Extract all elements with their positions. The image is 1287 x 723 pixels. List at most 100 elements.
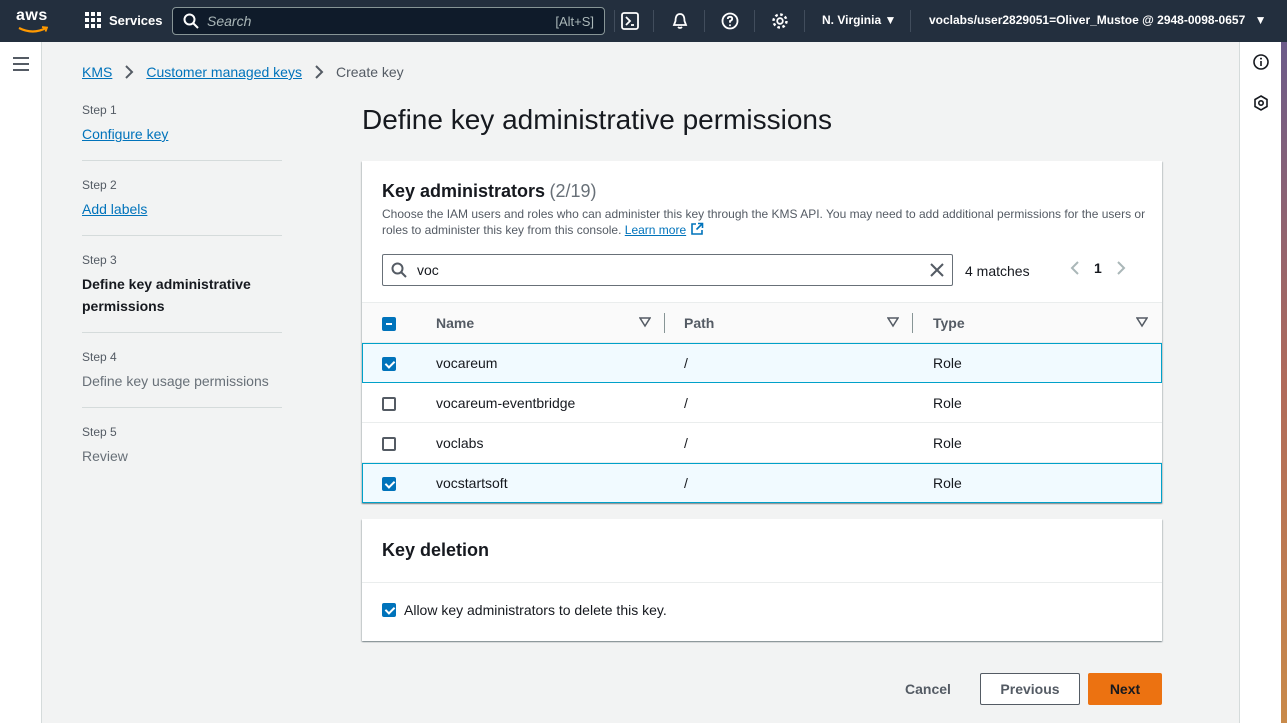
- learn-more-link[interactable]: Learn more: [625, 223, 686, 237]
- step-link-configure-key[interactable]: Configure key: [82, 126, 168, 142]
- panel-description: Choose the IAM users and roles who can a…: [382, 206, 1147, 238]
- step-label-current: Define key administrative permissions: [82, 276, 251, 314]
- table-row[interactable]: vocareum / Role: [362, 342, 1162, 383]
- bell-icon[interactable]: [670, 11, 690, 31]
- region-label: N. Virginia: [822, 13, 882, 27]
- wizard-step-5: Step 5 Review: [82, 425, 282, 482]
- row-type: Role: [933, 354, 962, 371]
- side-navigation-toggle-strip: [0, 42, 42, 723]
- filter-value: voc: [417, 262, 439, 278]
- help-icon[interactable]: [720, 11, 740, 31]
- external-link-icon[interactable]: [690, 222, 704, 236]
- table-row[interactable]: voclabs / Role: [362, 423, 1162, 463]
- nav-divider: [704, 10, 705, 32]
- select-all-checkbox[interactable]: [382, 316, 396, 331]
- column-label: Type: [933, 314, 965, 331]
- step-link-add-labels[interactable]: Add labels: [82, 201, 147, 217]
- caret-down-icon: ▼: [1254, 13, 1267, 27]
- logo-text: aws: [16, 7, 48, 24]
- row-path: /: [684, 354, 688, 371]
- sort-caret-icon: [639, 317, 651, 328]
- step-number: Step 1: [82, 103, 117, 117]
- panel-title: Key administrators: [382, 181, 546, 201]
- search-shortcut: [Alt+S]: [555, 13, 594, 29]
- allow-delete-checkbox[interactable]: [382, 603, 396, 617]
- row-name: voclabs: [436, 434, 484, 451]
- row-checkbox[interactable]: [382, 396, 396, 411]
- top-navigation: aws Services Search [Alt+S] N. Virginia …: [0, 0, 1287, 42]
- step-number: Step 4: [82, 350, 117, 364]
- key-deletion-panel: Key deletion Allow key administrators to…: [362, 519, 1162, 641]
- table-header-row: Name Path Type: [362, 302, 1162, 343]
- allow-delete-label: Allow key administrators to delete this …: [404, 602, 667, 618]
- table-row[interactable]: vocstartsoft / Role: [362, 462, 1162, 503]
- nav-divider: [754, 10, 755, 32]
- filter-input[interactable]: voc: [382, 254, 953, 286]
- row-type: Role: [933, 394, 962, 411]
- info-icon[interactable]: [1253, 54, 1269, 70]
- nav-divider: [910, 10, 911, 32]
- wizard-step-1: Step 1 Configure key: [82, 103, 282, 161]
- search-icon: [391, 262, 407, 278]
- row-checkbox[interactable]: [382, 436, 396, 451]
- chevron-left-icon[interactable]: [1070, 261, 1080, 275]
- page-number[interactable]: 1: [1094, 260, 1102, 276]
- column-header-path[interactable]: Path: [665, 303, 913, 343]
- aws-logo[interactable]: aws: [16, 8, 54, 34]
- description-text: Choose the IAM users and roles who can a…: [382, 207, 1146, 237]
- nav-divider: [804, 10, 805, 32]
- services-label: Services: [109, 12, 163, 28]
- nav-divider: [614, 10, 615, 32]
- caret-down-icon: ▼: [884, 13, 897, 27]
- row-type: Role: [933, 434, 962, 451]
- search-icon: [183, 13, 199, 29]
- previous-button[interactable]: Previous: [980, 673, 1080, 705]
- chevron-right-icon[interactable]: [1116, 261, 1126, 275]
- account-menu[interactable]: voclabs/user2829051=Oliver_Mustoe @ 2948…: [929, 13, 1266, 27]
- match-count: 4 matches: [965, 263, 1030, 279]
- divider: [362, 582, 1162, 583]
- region-selector[interactable]: N. Virginia ▼: [822, 13, 896, 27]
- row-name: vocstartsoft: [436, 474, 508, 491]
- wizard-step-2: Step 2 Add labels: [82, 178, 282, 236]
- step-number: Step 2: [82, 178, 117, 192]
- column-label: Path: [684, 314, 715, 331]
- key-administrators-table: Name Path Type vocareum / Role vocareum-…: [362, 302, 1162, 503]
- row-name: vocareum-eventbridge: [436, 394, 576, 411]
- breadcrumb-customer-managed-keys[interactable]: Customer managed keys: [146, 64, 302, 80]
- wizard-steps: Step 1 Configure key Step 2 Add labels S…: [82, 103, 282, 499]
- tools-panel-strip: [1239, 42, 1281, 723]
- smile-icon: [18, 26, 48, 33]
- row-name: vocareum: [436, 354, 498, 371]
- panel-header: Key administrators (2/19): [382, 181, 597, 202]
- row-checkbox[interactable]: [382, 356, 396, 371]
- wizard-step-3: Step 3 Define key administrative permiss…: [82, 253, 282, 333]
- panel-title: Key deletion: [382, 540, 490, 560]
- hexagon-icon[interactable]: [1253, 95, 1269, 111]
- selection-count: (2/19): [549, 181, 597, 201]
- column-header-type[interactable]: Type: [913, 303, 1162, 343]
- next-button[interactable]: Next: [1088, 673, 1162, 705]
- grid-icon: [85, 12, 101, 28]
- clear-filter-icon[interactable]: [930, 263, 944, 277]
- cloudshell-icon[interactable]: [620, 11, 640, 31]
- column-header-name[interactable]: Name: [436, 303, 665, 343]
- allow-delete-option[interactable]: Allow key administrators to delete this …: [382, 602, 667, 618]
- hamburger-menu-icon[interactable]: [13, 57, 29, 71]
- gear-icon[interactable]: [770, 11, 790, 31]
- global-search-input[interactable]: Search [Alt+S]: [172, 7, 605, 35]
- search-placeholder: Search: [207, 13, 252, 29]
- step-number: Step 3: [82, 253, 117, 267]
- step-label: Review: [82, 448, 128, 464]
- page-title: Define key administrative permissions: [362, 104, 832, 135]
- breadcrumb-kms[interactable]: KMS: [82, 64, 112, 80]
- services-menu[interactable]: Services: [85, 12, 163, 28]
- pagination: 1: [1070, 260, 1126, 276]
- column-label: Name: [436, 314, 475, 331]
- row-type: Role: [933, 474, 962, 491]
- row-checkbox[interactable]: [382, 476, 396, 491]
- breadcrumb-create-key: Create key: [335, 64, 404, 80]
- table-row[interactable]: vocareum-eventbridge / Role: [362, 383, 1162, 423]
- nav-divider: [653, 10, 654, 32]
- cancel-button[interactable]: Cancel: [890, 673, 966, 705]
